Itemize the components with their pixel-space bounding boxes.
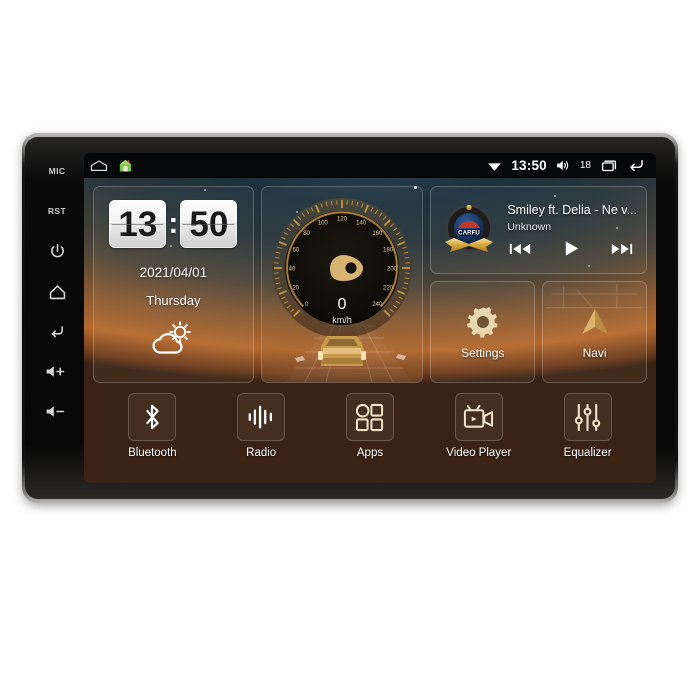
track-title: Smiley ft. Delia - Ne v...	[507, 203, 637, 217]
bluetooth-button[interactable]	[128, 393, 177, 441]
settings-label: Settings	[461, 345, 505, 360]
gauge-tick-label: 140	[356, 220, 367, 226]
power-button[interactable]	[36, 231, 78, 271]
home-outline-icon[interactable]	[90, 159, 108, 172]
video-player-button[interactable]	[454, 393, 503, 441]
reset-label: RST	[47, 206, 67, 216]
gauge-tick-label: 100	[318, 220, 329, 226]
green-house-icon[interactable]	[118, 158, 133, 173]
album-art[interactable]: CARFU	[441, 202, 497, 258]
mic-label: MIC	[48, 166, 66, 176]
carfu-badge-icon: CARFU	[445, 204, 494, 252]
apps-button[interactable]	[345, 393, 394, 441]
status-bar-right: 13:50 18	[487, 158, 646, 173]
gauge-tick-label: 160	[372, 231, 383, 237]
mic-button[interactable]: MIC	[36, 151, 78, 191]
partly-cloudy-icon	[152, 321, 192, 354]
status-volume-value: 18	[579, 160, 591, 171]
back-icon	[51, 325, 63, 337]
car-rear-icon	[318, 336, 367, 366]
equalizer-sliders-icon	[574, 403, 601, 431]
bluetooth-label: Bluetooth	[128, 447, 177, 459]
recents-icon[interactable]	[600, 159, 618, 173]
clock-hours: 13	[109, 200, 167, 248]
equalizer-button[interactable]	[563, 393, 612, 441]
clock-separator: :	[168, 207, 179, 240]
back-icon[interactable]	[627, 158, 646, 173]
video-camera-icon	[464, 404, 494, 428]
flip-clock: 13 : 50	[109, 200, 238, 248]
speedometer-widget[interactable]: 0 20 40 60 80 100 120 140 160 180 200 220 240 0 km/h	[260, 186, 424, 383]
gauge-tick-label: 40	[289, 267, 296, 273]
speed-value-text: 0	[338, 296, 347, 313]
status-clock: 13:50	[511, 158, 547, 173]
app-dock: Bluetooth Radio Apps Video Player Equali…	[84, 387, 656, 483]
play-button[interactable]	[563, 240, 580, 257]
volume-up-icon	[46, 365, 65, 377]
gear-icon	[466, 306, 498, 338]
radio-label: Radio	[246, 447, 277, 459]
apps-grid-icon	[356, 403, 384, 431]
clock-minutes: 50	[180, 200, 238, 248]
widget-row: 13 : 50 2021/04/01 Thursday 0 20 40 60 8…	[93, 186, 648, 383]
apps-label: Apps	[356, 447, 384, 459]
gauge-tick-label: 20	[292, 286, 299, 292]
navi-tile[interactable]: Navi	[542, 281, 648, 383]
music-widget[interactable]: CARFU Smiley ft. Delia - Ne v... Unknown	[430, 186, 647, 274]
weather-area[interactable]	[147, 319, 199, 362]
gauge-tick-label: 120	[337, 217, 348, 223]
dock-item-video-player[interactable]: Video Player	[442, 393, 516, 459]
gauge-tick-label: 180	[383, 247, 394, 253]
music-controls	[507, 240, 637, 257]
badge-text: CARFU	[459, 230, 481, 237]
track-artist: Unknown	[507, 221, 552, 233]
home-icon	[49, 284, 65, 299]
previous-track-button[interactable]	[509, 242, 531, 256]
status-bar: 13:50 18	[84, 153, 656, 178]
dock-item-radio[interactable]: Radio	[224, 393, 298, 459]
volume-icon	[557, 160, 569, 171]
navigation-arrow-icon	[581, 308, 608, 334]
dock-item-equalizer[interactable]: Equalizer	[551, 393, 625, 459]
gauge-tick-label: 60	[292, 247, 299, 253]
volume-up-button[interactable]	[36, 351, 78, 391]
back-hardware-button[interactable]	[36, 311, 78, 351]
dock-item-bluetooth[interactable]: Bluetooth	[115, 393, 189, 459]
radio-waveform-icon	[248, 405, 273, 429]
clock-weekday: Thursday	[146, 293, 201, 308]
power-icon	[50, 243, 64, 257]
radio-button[interactable]	[237, 393, 286, 441]
wifi-icon	[488, 162, 502, 171]
right-widget-column: CARFU Smiley ft. Delia - Ne v... Unknown	[430, 186, 648, 383]
dock-item-apps[interactable]: Apps	[333, 393, 407, 459]
touchscreen[interactable]: 13:50 18 13: 50 2021/04/01 Thursday 0 2…	[84, 153, 656, 483]
home-screen: 13 : 50 2021/04/01 Thursday 0 20 40 60 8…	[84, 178, 656, 483]
navi-label: Navi	[582, 345, 607, 360]
car-head-unit-device: MIC RST 13:50 18 13: 50 2021/04/01 Thur…	[22, 133, 678, 503]
speed-gauge: 020406080100120140160180200220240 0 km/h	[272, 198, 413, 338]
speed-unit-text: km/h	[332, 315, 352, 325]
reset-button[interactable]: RST	[36, 191, 78, 231]
gauge-tick-label: 80	[303, 231, 310, 237]
settings-tile[interactable]: Settings	[430, 281, 536, 383]
bluetooth-icon	[146, 404, 160, 430]
tile-row: Settings Navi	[430, 281, 648, 383]
next-track-button[interactable]	[611, 242, 633, 256]
status-bar-left	[90, 158, 133, 173]
hardware-key-column: MIC RST	[34, 151, 80, 487]
volume-down-button[interactable]	[36, 391, 78, 431]
home-hardware-button[interactable]	[36, 271, 78, 311]
clock-date: 2021/04/01	[139, 265, 208, 280]
music-info: Smiley ft. Delia - Ne v... Unknown	[507, 203, 637, 257]
clock-widget[interactable]: 13 : 50 2021/04/01 Thursday	[93, 186, 254, 383]
video-player-label: Video Player	[446, 447, 512, 459]
equalizer-label: Equalizer	[563, 447, 612, 459]
volume-down-icon	[46, 405, 65, 417]
